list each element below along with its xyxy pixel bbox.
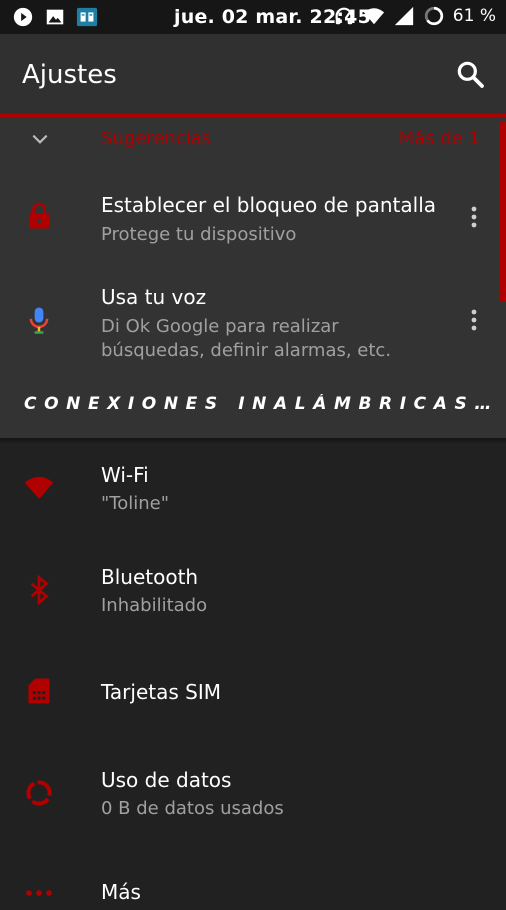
setting-wifi[interactable]: Wi-Fi "Toline" (0, 444, 506, 540)
battery-circle-icon (424, 6, 443, 26)
suggestions-title: Sugerencias (101, 128, 212, 149)
headphones-icon (335, 7, 353, 25)
setting-more[interactable]: Más (0, 850, 506, 910)
suggestions-more[interactable]: Más de 1 (399, 128, 480, 149)
signal-icon (394, 6, 413, 26)
suggestion-title: Establecer el bloqueo de pantalla (101, 193, 437, 217)
bluetooth-icon (30, 575, 49, 605)
setting-title: Uso de datos (101, 768, 232, 792)
setting-subtitle: Inhabilitado (101, 595, 208, 616)
status-bar: jue. 02 mar. 22:45 61 % (0, 0, 506, 34)
suggestion-voice[interactable]: Usa tu voz Di Ok Google para realizar bú… (0, 275, 506, 385)
app-bar: Ajustes (0, 34, 506, 116)
setting-title: Tarjetas SIM (101, 680, 221, 704)
sim-card-icon (28, 678, 50, 704)
page-title: Ajustes (22, 60, 117, 90)
wifi-icon (363, 8, 384, 25)
suggestion-title: Usa tu voz (101, 285, 207, 309)
suggestions-header[interactable]: Sugerencias Más de 1 (0, 117, 506, 159)
search-icon[interactable] (454, 58, 486, 90)
setting-title: Más (101, 880, 141, 904)
more-vert-icon[interactable] (464, 307, 484, 333)
setting-data-usage[interactable]: Uso de datos 0 B de datos usados (0, 748, 506, 844)
suggestion-subtitle: Di Ok Google para realizar búsquedas, de… (101, 316, 392, 361)
data-usage-icon (26, 780, 52, 806)
suggestion-subtitle: Protege tu dispositivo (101, 224, 297, 245)
setting-title: Bluetooth (101, 565, 199, 589)
setting-sim-cards[interactable]: Tarjetas SIM (0, 646, 506, 742)
battery-percent: 61 % (452, 6, 496, 26)
suggestion-screen-lock[interactable]: Establecer el bloqueo de pantalla Proteg… (0, 177, 506, 267)
lock-icon (29, 202, 49, 229)
setting-subtitle: 0 B de datos usados (101, 798, 284, 819)
setting-bluetooth[interactable]: Bluetooth Inhabilitado (0, 545, 506, 641)
more-vert-icon[interactable] (464, 204, 484, 230)
setting-title: Wi-Fi (101, 463, 149, 487)
setting-subtitle: "Toline" (101, 493, 169, 514)
image-icon (46, 9, 64, 25)
play-icon (13, 7, 33, 27)
section-title: CONEXIONES INALÁMBRICAS Y REDES (24, 394, 494, 414)
more-horizontal-icon (26, 890, 52, 896)
chevron-down-icon[interactable] (30, 129, 50, 149)
microphone-icon (29, 307, 49, 334)
reader-app-icon (76, 7, 98, 27)
wifi-icon (24, 476, 54, 499)
scrollbar[interactable] (500, 122, 506, 302)
section-header: CONEXIONES INALÁMBRICAS Y REDES (0, 388, 506, 424)
